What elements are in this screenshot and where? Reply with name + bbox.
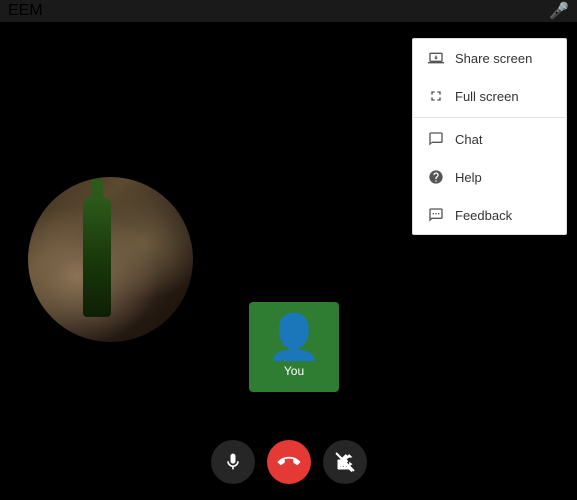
menu-item-feedback[interactable]: Feedback — [413, 196, 566, 234]
share-screen-label: Share screen — [455, 51, 532, 66]
menu-item-full-screen[interactable]: Full screen — [413, 77, 566, 115]
you-label: You — [284, 364, 304, 378]
menu-item-chat[interactable]: Chat — [413, 120, 566, 158]
you-tile: 👤 You — [249, 302, 339, 392]
menu-divider-1 — [413, 117, 566, 118]
toggle-video-button[interactable] — [323, 440, 367, 484]
app-title: EEM — [8, 2, 43, 20]
help-icon — [427, 168, 445, 186]
menu-item-help[interactable]: Help — [413, 158, 566, 196]
self-video — [28, 177, 193, 342]
title-mic-icon: 🎤 — [549, 1, 569, 21]
phone-icon — [273, 446, 304, 477]
controls-bar — [0, 440, 577, 484]
bottle-decoration — [83, 197, 111, 317]
hang-up-button[interactable] — [257, 431, 319, 493]
title-bar: EEM 🎤 — [0, 0, 577, 22]
feedback-icon — [427, 206, 445, 224]
fullscreen-icon — [427, 87, 445, 105]
self-video-inner — [28, 177, 193, 342]
video-off-icon — [335, 452, 355, 472]
help-label: Help — [455, 170, 482, 185]
feedback-label: Feedback — [455, 208, 512, 223]
context-menu: Share screen Full screen Chat Help — [412, 38, 567, 235]
chat-icon — [427, 130, 445, 148]
menu-item-share-screen[interactable]: Share screen — [413, 39, 566, 77]
chat-label: Chat — [455, 132, 482, 147]
full-screen-label: Full screen — [455, 89, 519, 104]
share-screen-icon — [427, 49, 445, 67]
mic-icon — [223, 452, 243, 472]
mute-mic-button[interactable] — [211, 440, 255, 484]
person-icon: 👤 — [267, 316, 322, 360]
